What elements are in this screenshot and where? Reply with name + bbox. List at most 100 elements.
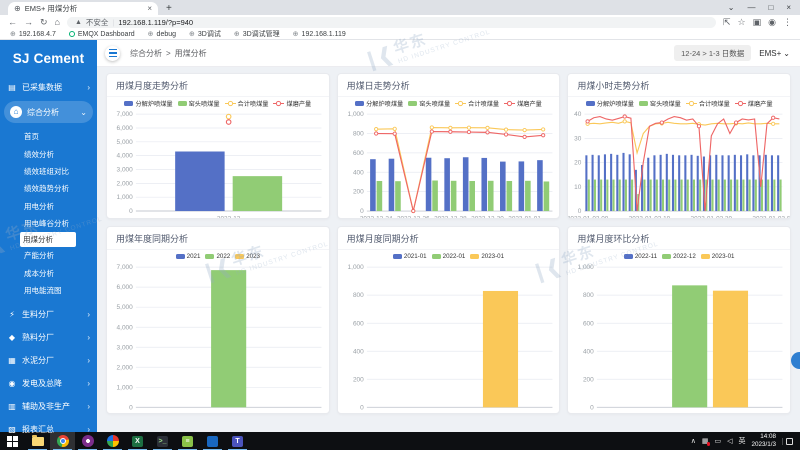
bar <box>685 155 687 211</box>
action-center-icon[interactable] <box>782 438 796 445</box>
legend-item[interactable]: 2023-01 <box>701 253 735 260</box>
back-icon[interactable]: ← <box>8 18 17 27</box>
share-icon[interactable]: ⇱ <box>723 18 731 27</box>
legend-item[interactable]: 煤磨产量 <box>735 99 773 108</box>
bookmark-item[interactable]: EMQX Dashboard <box>69 31 135 38</box>
url-omnibox[interactable]: ▲ 不安全 | 192.168.1.119/?p=940 <box>67 17 716 28</box>
chart-title: 用煤日走势分析 <box>338 74 560 97</box>
tray-volume-icon[interactable]: ◁ <box>727 438 732 445</box>
sidebar-subitem[interactable]: 绩效趋势分析 <box>0 180 97 197</box>
bar <box>666 154 668 211</box>
sidebar-item-group[interactable]: ▤已采集数据› <box>0 76 97 99</box>
bookmark-item[interactable]: ⊕debug <box>148 30 176 38</box>
excel-icon[interactable]: X <box>125 432 150 450</box>
bar <box>370 159 376 211</box>
sidebar-item-active[interactable]: ⌂综合分析⌄ <box>4 101 93 123</box>
tray-app-icon[interactable]: ▦ <box>702 438 709 445</box>
tray-display-icon[interactable]: ▭ <box>714 438 721 445</box>
legend-item[interactable]: 合计喷煤量 <box>455 99 499 108</box>
sidebar-item-group[interactable]: ◉发电及总降› <box>0 372 97 395</box>
sidebar-subitem[interactable]: 绩效班组对比 <box>0 163 97 180</box>
legend-item[interactable]: 分解炉喷煤量 <box>124 99 172 108</box>
legend-item[interactable]: 2022-11 <box>624 253 657 260</box>
browser-menu-icon[interactable]: ⋮ <box>783 18 792 27</box>
sidebar-subitem[interactable]: 首页 <box>0 128 97 145</box>
svg-text:3,000: 3,000 <box>117 167 134 174</box>
globe-icon: ⊕ <box>189 30 195 38</box>
home-icon[interactable]: ⌂ <box>55 18 60 27</box>
sidebar-item-group[interactable]: ⚡生料分厂› <box>0 303 97 326</box>
bookmark-item[interactable]: ⊕3D调试 <box>189 29 221 39</box>
sidebar-item-label: 熟料分厂 <box>22 332 54 343</box>
profile-dropdown[interactable]: EMS+ ⌄ <box>759 49 790 58</box>
legend-item[interactable]: 窑头喷煤量 <box>178 99 220 108</box>
clock-date: 2023/1/3 <box>751 441 776 448</box>
sidebar-item-group[interactable]: ▧报表汇总› <box>0 418 97 441</box>
legend-item[interactable]: 煤磨产量 <box>273 99 311 108</box>
legend-item[interactable]: 2023 <box>235 253 260 260</box>
chart-title: 用煤月度同期分析 <box>338 227 560 250</box>
legend-item[interactable]: 2022 <box>205 253 230 260</box>
legend-label: 合计喷煤量 <box>699 99 730 108</box>
sidebar-subitem[interactable]: 绩效分析 <box>0 145 97 162</box>
bookmark-item[interactable]: ⊕192.168.1.119 <box>293 30 346 38</box>
extensions-icon[interactable]: ▣ <box>753 18 762 27</box>
coal-yearly-comparison-chart: 用煤年度同期分析20212022202301,0002,0003,0004,00… <box>106 226 330 414</box>
legend-item[interactable]: 合计喷煤量 <box>225 99 269 108</box>
sidebar-subitem[interactable]: 用电分析 <box>0 198 97 215</box>
bar <box>600 180 602 211</box>
tab-close-icon[interactable]: × <box>147 4 152 13</box>
window-close-button[interactable]: × <box>786 3 791 12</box>
svg-text:1,000: 1,000 <box>578 264 595 271</box>
legend-label: 2021-01 <box>404 253 427 260</box>
bar <box>648 158 650 211</box>
pinwheel-app-icon[interactable] <box>100 432 125 450</box>
browser-tab[interactable]: ⊕ EMS+ 用煤分析 × <box>8 2 158 15</box>
legend-item[interactable]: 窑头喷煤量 <box>408 99 450 108</box>
sidebar-subitem[interactable]: 产能分析 <box>0 247 97 264</box>
legend-item[interactable]: 分解炉喷煤量 <box>355 99 403 108</box>
legend-item[interactable]: 2022-12 <box>662 253 696 260</box>
date-range-button[interactable]: 12-24 > 1-3 日数据 <box>674 45 751 61</box>
legend-item[interactable]: 2021-01 <box>393 253 427 260</box>
legend-item[interactable]: 窑头喷煤量 <box>639 99 681 108</box>
sidebar-subitem[interactable]: 成本分析 <box>0 265 97 282</box>
tray-expand-icon[interactable]: ∧ <box>691 438 696 445</box>
notepad-app-icon[interactable]: ≡ <box>175 432 200 450</box>
teams-icon[interactable]: T <box>225 432 250 450</box>
bar <box>654 155 656 211</box>
input-language-indicator[interactable]: 英 <box>738 438 745 445</box>
reload-icon[interactable]: ↻ <box>40 18 48 27</box>
bar <box>537 160 543 211</box>
sidebar-item-group[interactable]: ◆熟料分厂› <box>0 326 97 349</box>
legend-item[interactable]: 2022-01 <box>432 253 466 260</box>
taskbar-clock[interactable]: 14:08 2023/1/3 <box>751 433 776 449</box>
legend-swatch-line <box>273 100 284 107</box>
tab-search-icon[interactable]: ⌄ <box>728 3 735 12</box>
hamburger-menu-icon[interactable] <box>105 46 120 61</box>
terminal-app-icon[interactable]: >_ <box>150 432 175 450</box>
profile-avatar-icon[interactable]: ◉ <box>768 18 776 27</box>
blue-app-icon[interactable] <box>200 432 225 450</box>
legend-item[interactable]: 分解炉喷煤量 <box>586 99 634 108</box>
sidebar-subitem[interactable]: 用电峰谷分析 <box>0 215 97 232</box>
sidebar-item-group[interactable]: ▦水泥分厂› <box>0 349 97 372</box>
bookmark-item[interactable]: ⊕3D调试管理 <box>234 29 280 39</box>
window-maximize-button[interactable]: □ <box>768 3 773 12</box>
legend-item[interactable]: 2023-01 <box>470 253 504 260</box>
legend-item[interactable]: 合计喷煤量 <box>686 99 730 108</box>
new-tab-button[interactable]: + <box>166 2 172 15</box>
bookmark-item[interactable]: ⊕192.168.4.7 <box>10 30 56 38</box>
sidebar-subitem[interactable]: 用煤分析 <box>20 232 76 247</box>
breadcrumb: 综合分析 > 用煤分析 <box>130 48 207 59</box>
chart-legend: 分解炉喷煤量窑头喷煤量合计喷煤量煤磨产量 <box>107 97 329 110</box>
sidebar-subitem[interactable]: 用电能流图 <box>0 282 97 299</box>
svg-text:600: 600 <box>353 150 364 157</box>
forward-icon[interactable]: → <box>24 18 33 27</box>
bookmark-star-icon[interactable]: ☆ <box>738 18 746 27</box>
legend-item[interactable]: 2021 <box>176 253 201 260</box>
legend-item[interactable]: 煤磨产量 <box>504 99 542 108</box>
breadcrumb-parent[interactable]: 综合分析 <box>130 48 162 59</box>
sidebar-item-group[interactable]: ▥辅助及非生产› <box>0 395 97 418</box>
window-minimize-button[interactable]: — <box>747 3 755 12</box>
